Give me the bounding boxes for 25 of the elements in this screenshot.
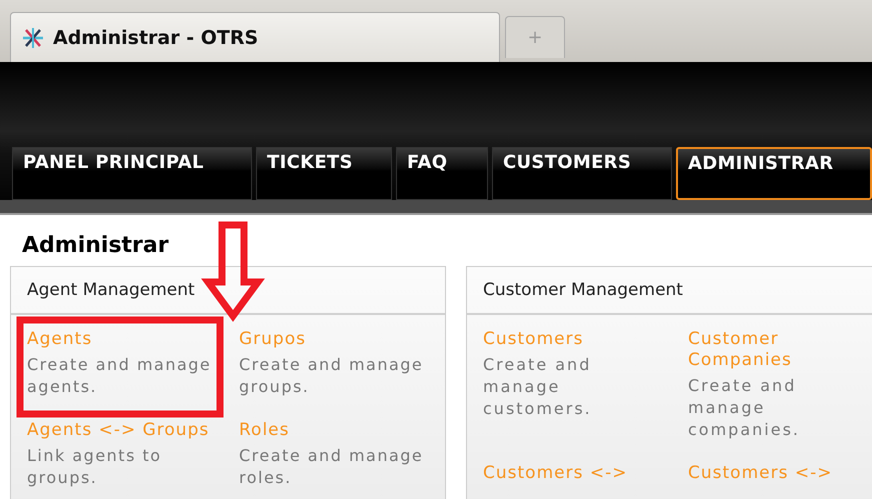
admin-link[interactable]: Agents	[27, 329, 214, 350]
admin-link[interactable]: Customers <->	[483, 463, 663, 484]
admin-link[interactable]: Customers	[483, 329, 663, 350]
admin-link[interactable]: Roles	[239, 420, 429, 441]
panel-title: Agent Management	[27, 280, 195, 300]
link-description: Create and manage customers.	[483, 354, 593, 420]
nav-tab[interactable]: TICKETS	[256, 147, 392, 200]
link-description: Create and manage roles.	[239, 445, 424, 489]
nav-tab[interactable]: CUSTOMERS	[492, 147, 672, 200]
link-description: Link agents to groups.	[27, 445, 163, 489]
admin-link[interactable]: Customers <->	[688, 463, 858, 484]
link-description: Create and manage groups.	[239, 354, 424, 398]
browser-tab[interactable]: +	[505, 16, 565, 58]
asterisk-logo-icon	[21, 26, 45, 50]
admin-link[interactable]: Grupos	[239, 329, 429, 350]
panel-title: Customer Management	[483, 280, 683, 300]
admin-link[interactable]: Agents <-> Groups	[27, 420, 214, 441]
nav-tab[interactable]: PANEL PRINCIPAL	[12, 147, 252, 200]
browser-tab[interactable]: Administrar - OTRS	[10, 12, 500, 62]
nav-tab[interactable]: FAQ	[396, 147, 488, 200]
nav-tab[interactable]: ADMINISTRAR	[676, 147, 872, 200]
link-description: Create and manage companies.	[688, 375, 801, 441]
link-description: Create and manage agents.	[27, 354, 212, 398]
page-title: Administrar	[22, 233, 169, 258]
admin-link[interactable]: Customer Companies	[688, 329, 858, 371]
